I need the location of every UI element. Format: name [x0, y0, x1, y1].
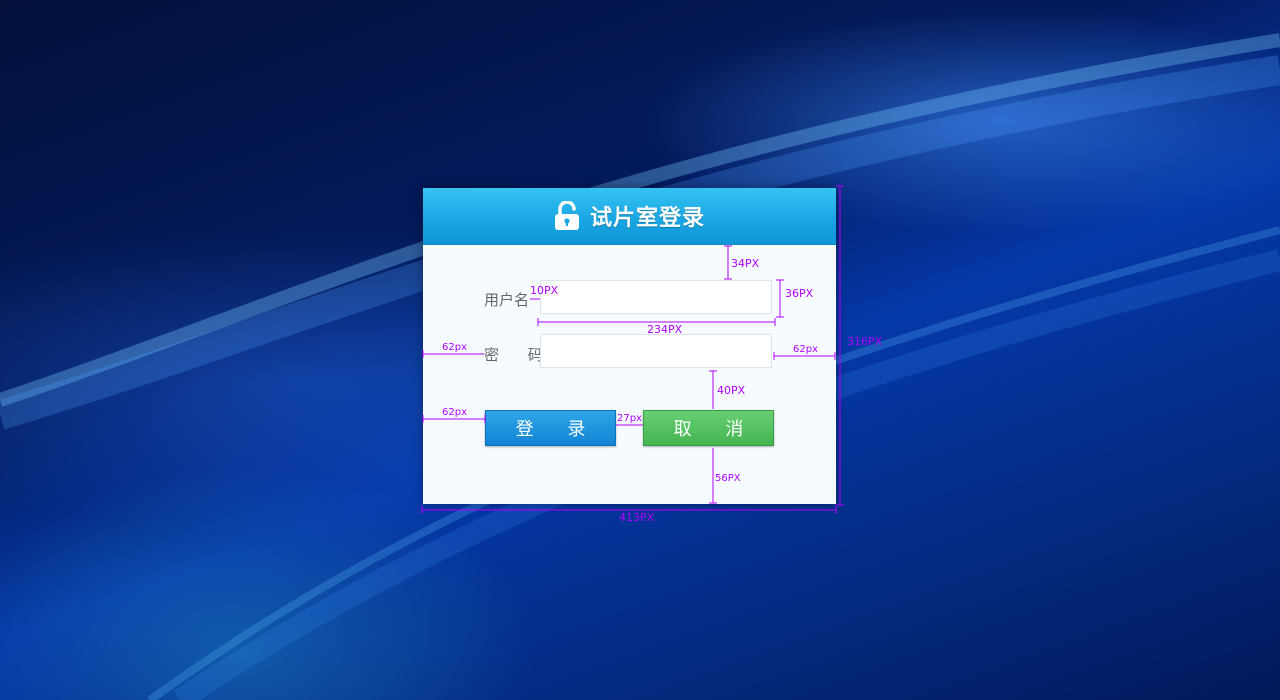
annotation-input-width: 234PX [647, 323, 683, 336]
annotation-button-gap: 27px [617, 413, 642, 424]
lock-open-icon [554, 201, 579, 230]
annotation-label-gap: 10PX [530, 284, 559, 297]
annotation-top-gap: 34PX [731, 257, 760, 270]
username-label: 用户名 [484, 291, 530, 309]
login-button[interactable]: 登 录 [485, 410, 616, 446]
dialog-header: 试片室登录 [423, 188, 836, 245]
annotation-dialog-height: 316PX [847, 335, 883, 348]
dialog-title: 试片室登录 [589, 206, 705, 231]
username-input[interactable] [540, 280, 772, 314]
password-input[interactable] [540, 334, 772, 368]
annotation-right-margin-field: 62px [793, 344, 818, 355]
annotation-left-margin-field: 62px [442, 342, 467, 353]
cancel-button[interactable]: 取 消 [643, 410, 774, 446]
annotation-field-button-gap: 40PX [717, 384, 746, 397]
annotation-dialog-width: 413PX [619, 511, 655, 524]
annotation-bottom-gap: 56PX [715, 473, 741, 484]
annotation-input-height: 36PX [785, 287, 814, 300]
annotation-left-margin-button: 62px [442, 407, 467, 418]
login-dialog: 试片室登录 用户名 密 码 登 录 取 消 [423, 188, 836, 504]
